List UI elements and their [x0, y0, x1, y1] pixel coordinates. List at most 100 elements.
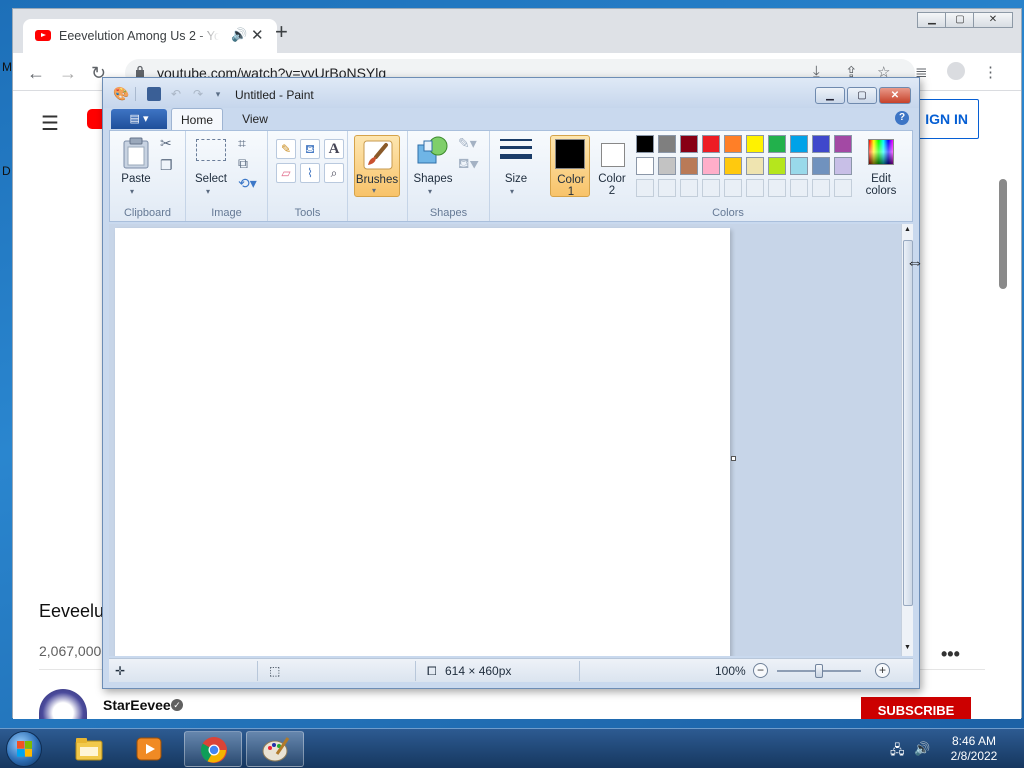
- palette-swatch[interactable]: [636, 157, 654, 175]
- paint-close-button[interactable]: ✕: [879, 87, 911, 104]
- zoom-slider-thumb[interactable]: [815, 664, 823, 678]
- tab-home[interactable]: Home: [171, 108, 223, 131]
- color-picker-icon[interactable]: ⌇: [300, 163, 320, 183]
- palette-swatch[interactable]: [724, 135, 742, 153]
- palette-swatch[interactable]: [636, 135, 654, 153]
- copy-icon[interactable]: ❐: [160, 157, 173, 174]
- paint-app-icon[interactable]: 🎨: [113, 87, 129, 101]
- palette-swatch[interactable]: [790, 157, 808, 175]
- size-label[interactable]: Size: [496, 173, 536, 185]
- resize-icon[interactable]: ⧉: [238, 155, 248, 172]
- color1-button[interactable]: Color 1: [550, 135, 590, 198]
- tab-view[interactable]: View: [229, 108, 281, 130]
- pencil-icon[interactable]: ✎: [276, 139, 296, 159]
- shapes-label[interactable]: Shapes: [412, 173, 454, 185]
- undo-icon[interactable]: ↶: [169, 87, 183, 101]
- paint-title-bar[interactable]: 🎨 ↶ ↷ ▾ Untitled - Paint ▁ ▢ ✕: [103, 78, 919, 108]
- chrome-close-button[interactable]: ✕: [973, 12, 1013, 28]
- forward-icon[interactable]: →: [59, 63, 77, 84]
- palette-swatch[interactable]: [834, 157, 852, 175]
- save-icon[interactable]: [147, 87, 161, 101]
- scroll-thumb[interactable]: [903, 240, 913, 606]
- custom-color-slot[interactable]: [834, 179, 852, 197]
- palette-swatch[interactable]: [768, 135, 786, 153]
- more-actions-button[interactable]: •••: [941, 644, 960, 665]
- chevron-down-icon[interactable]: ▾: [206, 187, 210, 196]
- select-label[interactable]: Select: [192, 173, 230, 185]
- tab-close-icon[interactable]: ✕: [251, 26, 264, 44]
- system-clock[interactable]: 8:46 AM 2/8/2022: [944, 734, 1004, 764]
- paste-label[interactable]: Paste: [118, 173, 154, 185]
- paint-menu-button[interactable]: ▤ ▾: [111, 109, 167, 129]
- subscribe-button[interactable]: SUBSCRIBE: [861, 697, 971, 719]
- palette-swatch[interactable]: [812, 157, 830, 175]
- custom-color-slot[interactable]: [768, 179, 786, 197]
- start-button[interactable]: [6, 731, 42, 767]
- palette-swatch[interactable]: [834, 135, 852, 153]
- custom-color-slot[interactable]: [746, 179, 764, 197]
- customize-quick-access-icon[interactable]: ▾: [211, 87, 225, 101]
- speaker-icon[interactable]: 🔊: [231, 27, 247, 43]
- edit-colors-button[interactable]: Edit colors: [854, 135, 908, 197]
- size-icon[interactable]: [500, 137, 532, 163]
- chrome-minimize-button[interactable]: ▁: [917, 12, 947, 28]
- shapes-icon[interactable]: [416, 135, 450, 167]
- palette-swatch[interactable]: [702, 157, 720, 175]
- taskbar-chrome[interactable]: [184, 731, 242, 767]
- palette-swatch[interactable]: [746, 157, 764, 175]
- rotate-icon[interactable]: ⟲▾: [238, 175, 257, 192]
- scroll-down-icon[interactable]: ▼: [904, 644, 911, 651]
- palette-swatch[interactable]: [658, 135, 676, 153]
- zoom-in-button[interactable]: +: [875, 663, 890, 678]
- taskbar-paint[interactable]: [246, 731, 304, 767]
- browser-tab[interactable]: Eeevelution Among Us 2 - Yo 🔊 ✕: [23, 19, 277, 53]
- palette-swatch[interactable]: [812, 135, 830, 153]
- chevron-down-icon[interactable]: ▾: [130, 187, 134, 196]
- palette-swatch[interactable]: [790, 135, 808, 153]
- magnifier-icon[interactable]: ⌕: [324, 163, 344, 183]
- custom-color-slot[interactable]: [790, 179, 808, 197]
- channel-avatar[interactable]: [39, 689, 87, 719]
- custom-color-slot[interactable]: [724, 179, 742, 197]
- palette-swatch[interactable]: [680, 135, 698, 153]
- text-tool-icon[interactable]: A: [324, 139, 344, 159]
- custom-color-slot[interactable]: [680, 179, 698, 197]
- chevron-down-icon[interactable]: ▾: [428, 187, 432, 196]
- scroll-up-icon[interactable]: ▲: [904, 226, 911, 233]
- custom-color-slot[interactable]: [658, 179, 676, 197]
- taskbar-media-player[interactable]: [120, 731, 178, 767]
- brushes-button[interactable]: Brushes ▾: [354, 135, 400, 197]
- paint-minimize-button[interactable]: ▁: [815, 87, 845, 104]
- paint-maximize-button[interactable]: ▢: [847, 87, 877, 104]
- palette-swatch[interactable]: [680, 157, 698, 175]
- channel-name[interactable]: StarEevee: [103, 697, 171, 713]
- palette-swatch[interactable]: [768, 157, 786, 175]
- new-tab-button[interactable]: +: [275, 21, 288, 43]
- palette-swatch[interactable]: [702, 135, 720, 153]
- help-icon[interactable]: ?: [895, 111, 909, 125]
- vertical-scrollbar[interactable]: ▲ ▼: [901, 224, 913, 656]
- volume-icon[interactable]: 🔊: [914, 741, 930, 757]
- select-icon[interactable]: [196, 139, 226, 161]
- paste-icon[interactable]: [122, 137, 150, 169]
- eraser-icon[interactable]: ▱: [276, 163, 296, 183]
- custom-color-slot[interactable]: [636, 179, 654, 197]
- menu-dots-icon[interactable]: ⋮: [983, 63, 998, 81]
- crop-icon[interactable]: ⌗: [238, 135, 246, 152]
- custom-color-slot[interactable]: [702, 179, 720, 197]
- chrome-maximize-button[interactable]: ▢: [945, 12, 975, 28]
- palette-swatch[interactable]: [724, 157, 742, 175]
- page-scrollbar[interactable]: [999, 179, 1007, 289]
- outline-icon[interactable]: ✎▾: [458, 135, 477, 152]
- custom-color-slot[interactable]: [812, 179, 830, 197]
- palette-swatch[interactable]: [746, 135, 764, 153]
- zoom-out-button[interactable]: −: [753, 663, 768, 678]
- chevron-down-icon[interactable]: ▾: [510, 187, 514, 196]
- back-icon[interactable]: ←: [27, 63, 45, 84]
- hamburger-menu-icon[interactable]: ☰: [41, 111, 59, 136]
- color2-button[interactable]: Color 2: [592, 135, 632, 197]
- profile-avatar-icon[interactable]: [947, 62, 965, 80]
- network-icon[interactable]: 🖧: [890, 741, 905, 763]
- taskbar-explorer[interactable]: [60, 731, 118, 767]
- drawing-canvas[interactable]: [115, 228, 730, 656]
